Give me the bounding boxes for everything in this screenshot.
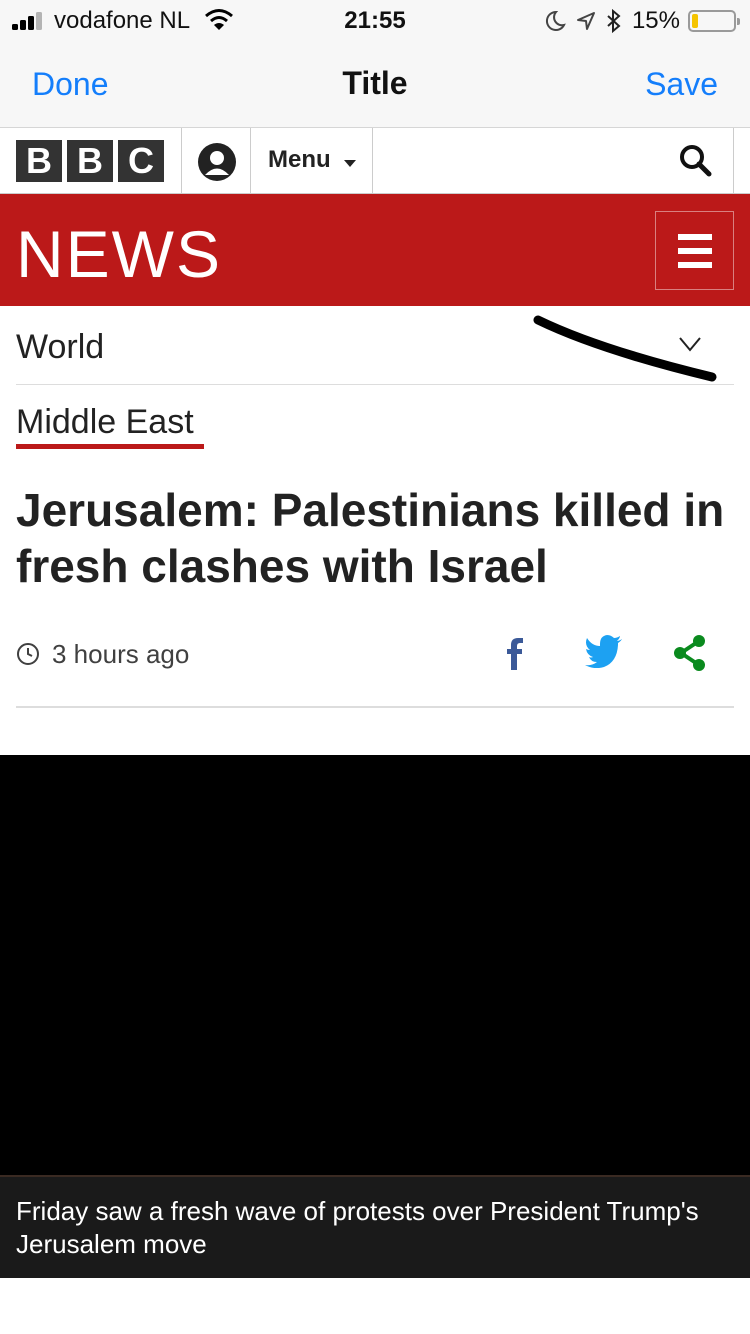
- bbc-logo[interactable]: B B C: [16, 140, 164, 182]
- location-arrow-icon: [576, 12, 595, 30]
- caret-down-icon: [344, 160, 356, 167]
- section-menu-button[interactable]: [655, 211, 734, 290]
- media-caption: Friday saw a fresh wave of protests over…: [0, 1177, 750, 1278]
- clock-icon: [17, 643, 39, 665]
- share-icon[interactable]: [672, 634, 708, 672]
- bluetooth-icon: [607, 9, 621, 33]
- search-button[interactable]: [660, 128, 734, 193]
- hamburger-icon: [678, 262, 712, 268]
- news-wordmark[interactable]: NEWS: [16, 216, 222, 292]
- twitter-icon[interactable]: [584, 634, 624, 668]
- video-player[interactable]: Friday saw a fresh wave of protests over…: [0, 755, 750, 1278]
- page-title: Title: [342, 65, 408, 101]
- bbc-logo-letter: B: [16, 140, 62, 182]
- bbc-logo-letter: C: [118, 140, 164, 182]
- news-header: NEWS: [0, 194, 750, 306]
- bbc-top-bar: B B C Menu: [0, 128, 750, 194]
- battery-percent: 15%: [631, 7, 680, 34]
- divider: [16, 384, 734, 385]
- divider: [733, 128, 734, 193]
- article-headline: Jerusalem: Palestinians killed in fresh …: [16, 484, 725, 592]
- menu-button[interactable]: Menu: [251, 128, 372, 193]
- subsection-middle-east[interactable]: Middle East: [16, 403, 194, 442]
- account-button[interactable]: [182, 128, 250, 193]
- bbc-logo-letter: B: [67, 140, 113, 182]
- menu-label: Menu: [268, 146, 331, 173]
- chevron-down-icon[interactable]: [678, 336, 702, 352]
- section-world[interactable]: World: [16, 328, 104, 367]
- do-not-disturb-icon: [545, 10, 566, 31]
- hamburger-icon: [678, 234, 712, 240]
- hamburger-icon: [678, 248, 712, 254]
- account-icon: [198, 143, 236, 181]
- navigation-bar: Done Title Save: [0, 40, 750, 128]
- divider: [16, 706, 734, 708]
- subsection-underline: [16, 444, 204, 449]
- article-timestamp: 3 hours ago: [52, 639, 190, 669]
- search-icon: [680, 145, 712, 177]
- save-button[interactable]: Save: [645, 66, 718, 103]
- facebook-icon[interactable]: [500, 632, 528, 672]
- divider: [372, 128, 373, 193]
- status-bar: vodafone NL 21:55 15%: [0, 0, 750, 40]
- battery-icon: [688, 10, 740, 32]
